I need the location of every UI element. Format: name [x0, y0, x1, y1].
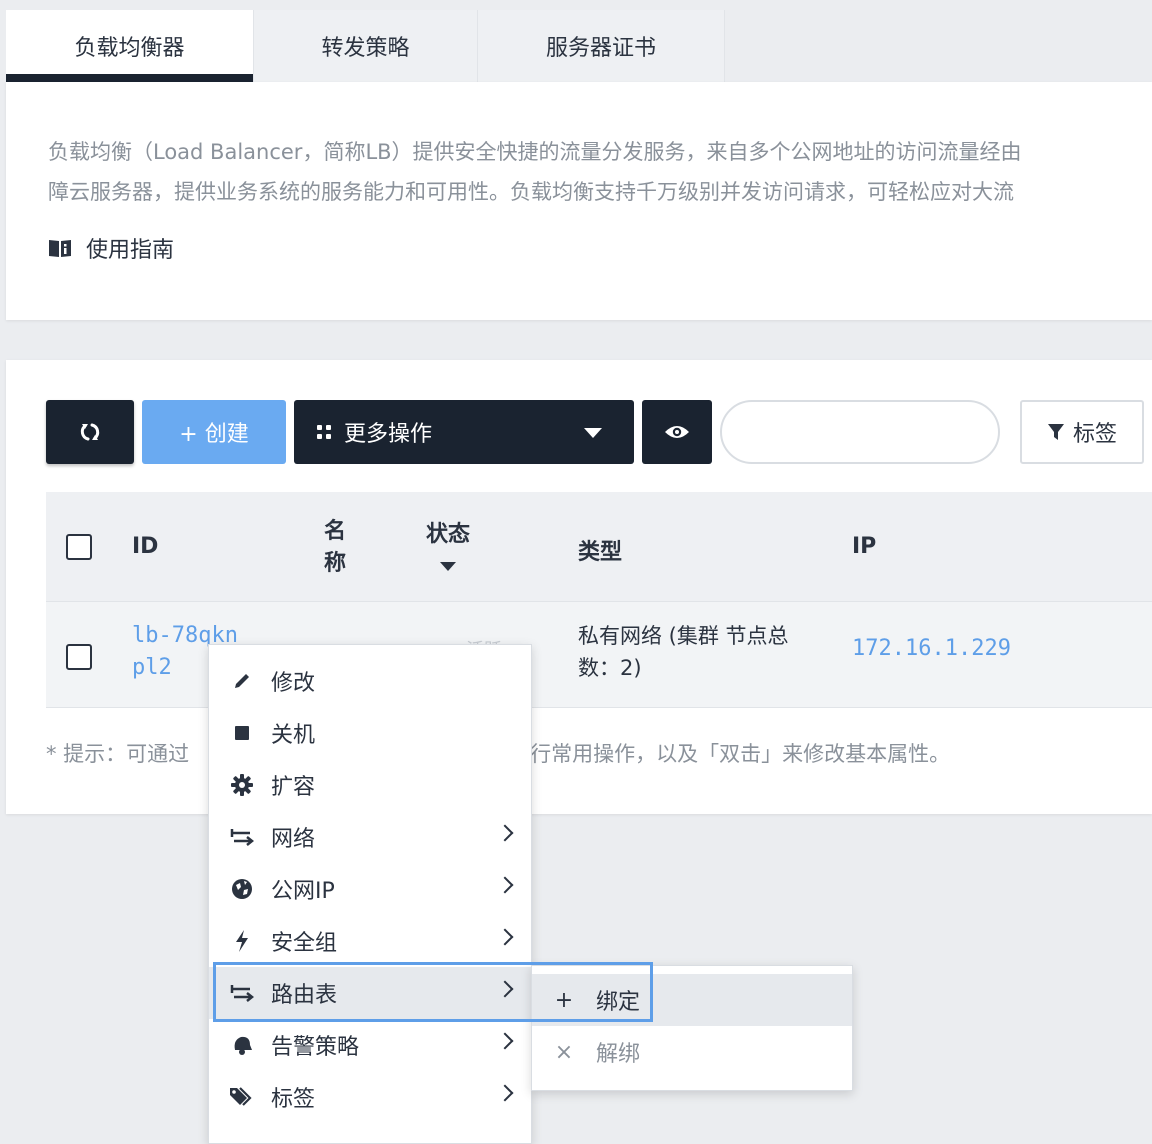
context-menu: 修改 关机 扩容 网络 公网IP 安全组 路由表 告警策略 标签 — [208, 644, 532, 1144]
column-ip[interactable]: IP — [852, 534, 876, 559]
menu-item-security-group[interactable]: 安全组 — [209, 915, 531, 967]
chevron-right-icon — [496, 928, 514, 946]
menu-item-label: 标签 — [271, 1087, 316, 1112]
select-all-checkbox[interactable] — [66, 534, 92, 560]
chevron-right-icon — [496, 824, 514, 842]
intro-line-1: 负载均衡（Load Balancer，简称LB）提供安全快捷的流量分发服务，来自… — [48, 140, 1022, 164]
gear-icon — [209, 774, 271, 796]
create-button[interactable]: + 创建 — [142, 400, 286, 464]
menu-item-edit[interactable]: 修改 — [209, 655, 531, 707]
submenu-bind[interactable]: + 绑定 — [532, 974, 852, 1026]
tab-bar: 负载均衡器 转发策略 服务器证书 — [6, 10, 1152, 82]
main-panel: + 创建 更多操作 标签 ID 名 称 状态 类型 IP lb-78qkn pl… — [6, 360, 1152, 814]
hint-suffix: 进行常用操作，以及「双击」来修改基本属性。 — [509, 742, 951, 766]
column-id[interactable]: ID — [132, 534, 158, 559]
book-icon — [49, 240, 71, 257]
eye-icon — [665, 426, 689, 438]
tab-forward-policy[interactable]: 转发策略 — [254, 10, 478, 82]
menu-item-public-ip[interactable]: 公网IP — [209, 863, 531, 915]
column-name-line-1: 名 — [324, 519, 347, 544]
submenu-bind-label: 绑定 — [596, 990, 641, 1015]
sort-down-icon — [440, 562, 456, 571]
close-icon: × — [554, 1039, 574, 1065]
menu-item-shutdown[interactable]: 关机 — [209, 707, 531, 759]
column-status[interactable]: 状态 — [426, 516, 470, 571]
column-type[interactable]: 类型 — [578, 534, 622, 566]
lb-ip-link[interactable]: 172.16.1.229 — [852, 636, 1011, 661]
intro-description: 负载均衡（Load Balancer，简称LB）提供安全快捷的流量分发服务，来自… — [48, 132, 1152, 212]
bolt-icon — [209, 930, 271, 952]
menu-item-label: 公网IP — [271, 879, 335, 904]
chevron-right-icon — [496, 980, 514, 998]
route-table-submenu: + 绑定 × 解绑 — [531, 965, 853, 1091]
menu-item-scale[interactable]: 扩容 — [209, 759, 531, 811]
submenu-unbind[interactable]: × 解绑 — [532, 1026, 852, 1078]
menu-item-label: 关机 — [271, 723, 316, 748]
refresh-icon — [80, 423, 100, 441]
user-guide-link[interactable]: 使用指南 — [48, 232, 174, 264]
search-input[interactable] — [720, 400, 1000, 464]
tags-filter-button[interactable]: 标签 — [1020, 400, 1144, 464]
swap-icon — [209, 828, 271, 846]
chevron-down-icon — [584, 428, 602, 438]
table-header: ID 名 称 状态 类型 IP — [46, 492, 1152, 602]
menu-item-alarm-policy[interactable]: 告警策略 — [209, 1019, 531, 1071]
menu-item-label: 安全组 — [271, 931, 338, 956]
globe-icon — [209, 878, 271, 900]
stop-icon — [209, 725, 271, 741]
filter-icon — [1047, 424, 1064, 440]
column-visibility-button[interactable] — [642, 400, 712, 464]
tab-server-certificate[interactable]: 服务器证书 — [478, 10, 725, 82]
lb-type: 私有网络 (集群 节点总数：2) — [578, 624, 789, 680]
more-actions-label: 更多操作 — [344, 422, 433, 447]
column-status-label: 状态 — [426, 522, 471, 547]
menu-item-label: 告警策略 — [271, 1035, 360, 1060]
pencil-icon — [209, 671, 271, 691]
menu-item-label: 网络 — [271, 827, 316, 852]
hint-prefix: * 提示：可通过 — [46, 742, 190, 766]
user-guide-label: 使用指南 — [86, 238, 175, 263]
chevron-right-icon — [496, 876, 514, 894]
plus-icon: + — [554, 987, 574, 1013]
chevron-right-icon — [496, 1084, 514, 1102]
swap-icon — [209, 984, 271, 1002]
bell-icon — [209, 1034, 271, 1056]
intro-card: 负载均衡（Load Balancer，简称LB）提供安全快捷的流量分发服务，来自… — [6, 82, 1152, 320]
submenu-unbind-label: 解绑 — [596, 1042, 641, 1067]
intro-line-2: 障云服务器，提供业务系统的服务能力和可用性。负载均衡支持千万级别并发访问请求，可… — [48, 180, 1014, 204]
more-actions-dropdown[interactable]: 更多操作 — [294, 400, 634, 464]
grid-icon — [317, 425, 331, 439]
menu-item-label: 扩容 — [271, 775, 316, 800]
menu-item-route-table[interactable]: 路由表 — [209, 967, 531, 1019]
tab-load-balancer[interactable]: 负载均衡器 — [6, 10, 254, 82]
menu-item-label: 路由表 — [271, 983, 338, 1008]
menu-item-network[interactable]: 网络 — [209, 811, 531, 863]
menu-item-tags[interactable]: 标签 — [209, 1071, 531, 1123]
tag-icon — [209, 1086, 271, 1108]
tags-filter-label: 标签 — [1072, 422, 1117, 447]
column-name[interactable]: 名 称 — [324, 516, 346, 580]
row-checkbox[interactable] — [66, 644, 92, 670]
chevron-right-icon — [496, 1032, 514, 1050]
column-name-line-2: 称 — [324, 551, 347, 576]
refresh-button[interactable] — [46, 400, 134, 464]
menu-item-label: 修改 — [271, 671, 316, 696]
